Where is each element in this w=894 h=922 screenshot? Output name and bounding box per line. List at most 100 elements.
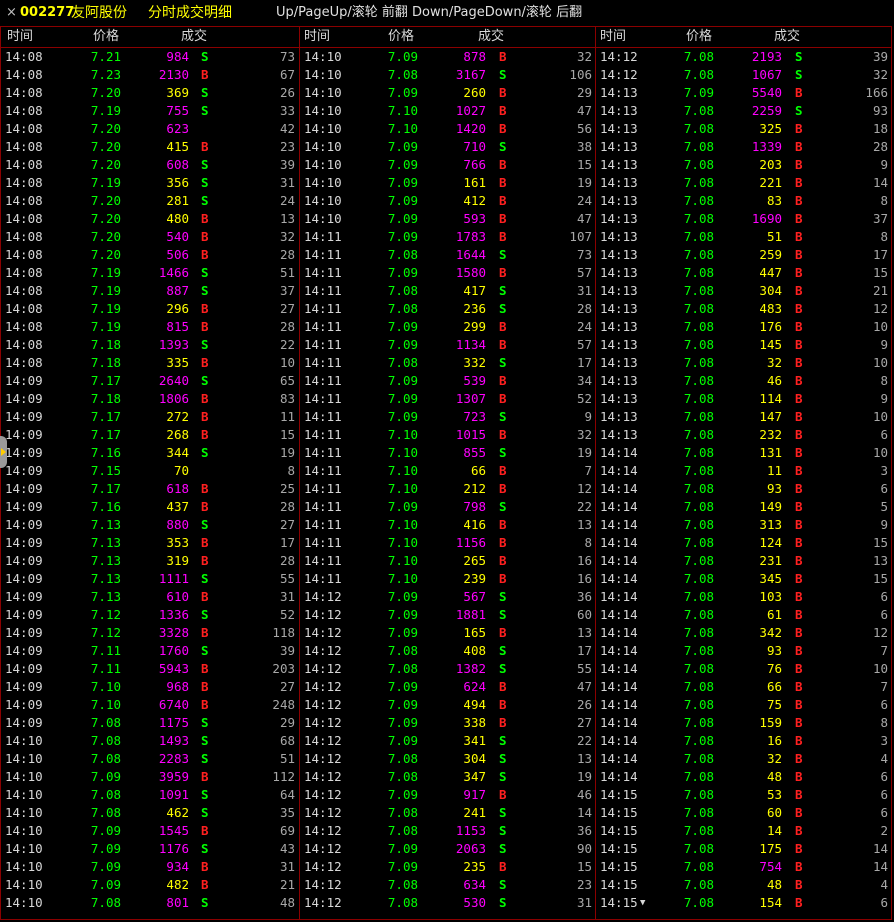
trade-row[interactable]: 14:08 7.20 281 S 24 (1, 192, 299, 210)
trade-row[interactable]: 14:10 7.10 1027 B 47 (300, 102, 596, 120)
trade-row[interactable]: 14:15 7.08 175 B 14 (596, 840, 892, 858)
trade-row[interactable]: 14:09 7.10 6740 B 248 (1, 696, 299, 714)
trade-row[interactable]: 14:09 7.10 968 B 27 (1, 678, 299, 696)
trade-row[interactable]: 14:08 7.20 480 B 13 (1, 210, 299, 228)
trade-row[interactable]: 14:09 7.12 3328 B 118 (1, 624, 299, 642)
trade-row[interactable]: 14:14 7.08 345 B 15 (596, 570, 892, 588)
trade-row[interactable]: 14:09 7.13 610 B 31 (1, 588, 299, 606)
trade-row[interactable]: 14:08 7.18 335 B 10 (1, 354, 299, 372)
trade-row[interactable]: 14:09 7.08 1175 S 29 (1, 714, 299, 732)
trade-row[interactable]: 14:13 7.08 221 B 14 (596, 174, 892, 192)
trade-row[interactable]: 14:13 7.08 483 B 12 (596, 300, 892, 318)
trade-row[interactable]: 14:10 7.09 3959 B 112 (1, 768, 299, 786)
trade-row[interactable]: 14:10 7.08 801 S 48 (1, 894, 299, 912)
trade-row[interactable]: 14:11 7.09 723 S 9 (300, 408, 596, 426)
trade-row[interactable]: 14:10 7.09 1545 B 69 (1, 822, 299, 840)
trade-row[interactable]: 14:08 7.19 755 S 33 (1, 102, 299, 120)
trade-row[interactable]: 14:11 7.10 416 B 13 (300, 516, 596, 534)
trade-row[interactable]: 14:12 7.09 624 B 47 (300, 678, 596, 696)
trade-row[interactable]: 14:08 7.20 506 B 28 (1, 246, 299, 264)
trade-row[interactable]: 14:11 7.08 332 S 17 (300, 354, 596, 372)
trade-row[interactable]: 14:09 7.13 319 B 28 (1, 552, 299, 570)
trade-row[interactable]: 14:11 7.10 855 S 19 (300, 444, 596, 462)
trade-row[interactable]: 14:08 7.20 369 S 26 (1, 84, 299, 102)
trade-row[interactable]: 14:11 7.09 539 B 34 (300, 372, 596, 390)
trade-row[interactable]: 14:13 7.08 232 B 6 (596, 426, 892, 444)
trade-row[interactable]: 14:10 7.09 878 B 32 (300, 48, 596, 66)
trade-row[interactable]: 14:09 7.17 2640 S 65 (1, 372, 299, 390)
trade-row[interactable]: 14:08 7.19 356 S 31 (1, 174, 299, 192)
trade-row[interactable]: 14:13 7.08 147 B 10 (596, 408, 892, 426)
trade-row[interactable]: 14:10 7.09 934 B 31 (1, 858, 299, 876)
trade-row[interactable]: 14:13 7.08 259 B 17 (596, 246, 892, 264)
trade-row[interactable]: 14:09 7.16 437 B 28 (1, 498, 299, 516)
trade-list[interactable]: 14:12 7.08 2193 S 39 14:12 7.08 1067 S 32 14:13 7.0… (596, 48, 892, 912)
trade-row[interactable]: 14:08 7.19 296 B 27 (1, 300, 299, 318)
trade-row[interactable]: 14:08 7.20 608 S 39 (1, 156, 299, 174)
trade-row[interactable]: 14:14 7.08 131 B 10 (596, 444, 892, 462)
trade-row[interactable]: 14:13 7.08 1690 B 37 (596, 210, 892, 228)
trade-row[interactable]: 14:12 7.08 1382 S 55 (300, 660, 596, 678)
trade-row[interactable]: 14:13 7.08 447 B 15 (596, 264, 892, 282)
trade-row[interactable]: 14:09 7.18 1806 B 83 (1, 390, 299, 408)
scroll-handle-icon[interactable] (0, 436, 7, 468)
trade-row[interactable]: 14:14 7.08 48 B 6 (596, 768, 892, 786)
trade-row[interactable]: 14:14 7.08 342 B 12 (596, 624, 892, 642)
trade-row[interactable]: 14:13 7.08 1339 B 28 (596, 138, 892, 156)
trade-row[interactable]: 14:12 7.09 165 B 13 (300, 624, 596, 642)
trade-row[interactable]: 14:12 7.09 235 B 15 (300, 858, 596, 876)
trade-row[interactable]: 14:14 7.08 76 B 10 (596, 660, 892, 678)
trade-row[interactable]: 14:13 7.08 203 B 9 (596, 156, 892, 174)
trade-row[interactable]: 14:12 7.09 494 B 26 (300, 696, 596, 714)
trade-row[interactable]: 14:10 7.09 161 B 19 (300, 174, 596, 192)
trade-row[interactable]: 14:14 7.08 149 B 5 (596, 498, 892, 516)
trade-row[interactable]: 14:13 7.08 2259 S 93 (596, 102, 892, 120)
trade-row[interactable]: 14:12 7.08 408 S 17 (300, 642, 596, 660)
trade-list[interactable]: 14:08 7.21 984 S 73 14:08 7.23 2130 B 67 14:08 7.20… (1, 48, 299, 912)
trade-row[interactable]: 14:09 7.13 1111 S 55 (1, 570, 299, 588)
trade-row[interactable]: 14:15 7.08 14 B 2 (596, 822, 892, 840)
trade-row[interactable]: 14:08 7.23 2130 B 67 (1, 66, 299, 84)
trade-row[interactable]: 14:08 7.18 1393 S 22 (1, 336, 299, 354)
trade-row[interactable]: 14:12 7.09 341 S 22 (300, 732, 596, 750)
trade-row[interactable]: 14:10 7.09 593 B 47 (300, 210, 596, 228)
trade-row[interactable]: 14:13 7.09 5540 B 166 (596, 84, 892, 102)
trade-row[interactable]: 14:14 7.08 11 B 3 (596, 462, 892, 480)
trade-row[interactable]: 14:10 7.08 462 S 35 (1, 804, 299, 822)
trade-row[interactable]: 14:12 7.09 917 B 46 (300, 786, 596, 804)
trade-row[interactable]: 14:09 7.13 880 S 27 (1, 516, 299, 534)
trade-row[interactable]: 14:13 7.08 46 B 8 (596, 372, 892, 390)
trade-row[interactable]: 14:08 7.21 984 S 73 (1, 48, 299, 66)
trade-row[interactable]: 14:12 7.08 1067 S 32 (596, 66, 892, 84)
trade-row[interactable]: 14:12 7.09 338 B 27 (300, 714, 596, 732)
trade-row[interactable]: 14:14 7.08 231 B 13 (596, 552, 892, 570)
trade-row[interactable]: 14:14 7.08 159 B 8 (596, 714, 892, 732)
trade-row[interactable]: 14:15 7.08 53 B 6 (596, 786, 892, 804)
trade-row[interactable]: 14:13 7.08 145 B 9 (596, 336, 892, 354)
trade-row[interactable]: 14:11 7.08 417 S 31 (300, 282, 596, 300)
trade-row[interactable]: 14:14 7.08 124 B 15 (596, 534, 892, 552)
trade-row[interactable]: 14:13 7.08 325 B 18 (596, 120, 892, 138)
trade-row[interactable]: 14:11 7.10 66 B 7 (300, 462, 596, 480)
trade-row[interactable]: 14:11 7.10 239 B 16 (300, 570, 596, 588)
trade-row[interactable]: 14:10 7.09 412 B 24 (300, 192, 596, 210)
trade-row[interactable]: 14:09 7.13 353 B 17 (1, 534, 299, 552)
trade-row[interactable]: 14:14 7.08 93 B 6 (596, 480, 892, 498)
trade-row[interactable]: 14:11 7.09 1783 B 107 (300, 228, 596, 246)
trade-row[interactable]: 14:09 7.15 70 8 (1, 462, 299, 480)
trade-row[interactable]: 14:12 7.09 1881 S 60 (300, 606, 596, 624)
trade-row[interactable]: 14:10 7.08 2283 S 51 (1, 750, 299, 768)
trade-row[interactable]: 14:11 7.09 1307 B 52 (300, 390, 596, 408)
trade-row[interactable]: 14:08 7.20 540 B 32 (1, 228, 299, 246)
trade-row[interactable]: 14:13 7.08 176 B 10 (596, 318, 892, 336)
trade-row[interactable]: 14:15 7.08 60 B 6 (596, 804, 892, 822)
trade-row[interactable]: 14:10 7.09 766 B 15 (300, 156, 596, 174)
trade-row[interactable]: 14:12 7.09 567 S 36 (300, 588, 596, 606)
trade-row[interactable]: 14:11 7.09 1580 B 57 (300, 264, 596, 282)
trade-row[interactable]: 14:11 7.09 798 S 22 (300, 498, 596, 516)
trade-row[interactable]: 14:12 7.09 2063 S 90 (300, 840, 596, 858)
trade-row[interactable]: 14:09 7.16 344 S 19 (1, 444, 299, 462)
trade-row[interactable]: 14:08 7.19 815 B 28 (1, 318, 299, 336)
trade-row[interactable]: 14:14 7.08 103 B 6 (596, 588, 892, 606)
trade-row[interactable]: 14:08 7.20 623 42 (1, 120, 299, 138)
